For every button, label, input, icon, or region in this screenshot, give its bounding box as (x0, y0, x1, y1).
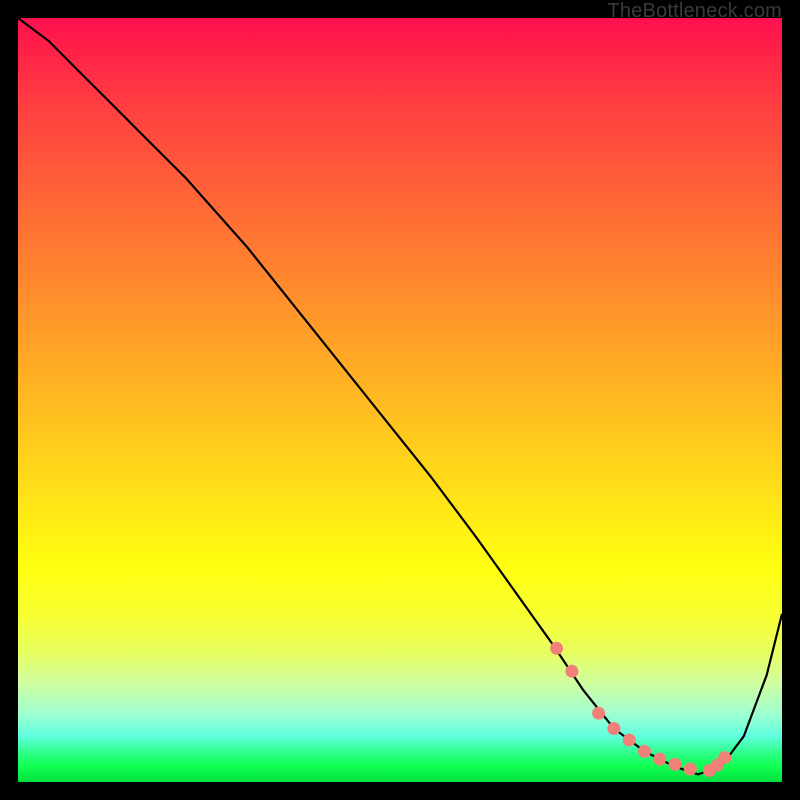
highlight-dot (623, 734, 636, 747)
highlight-dot (565, 665, 578, 678)
dots-group (550, 642, 731, 777)
highlight-dot (550, 642, 563, 655)
highlight-dot (638, 745, 651, 758)
curve-line (18, 18, 782, 774)
chart-svg (18, 18, 782, 782)
highlight-dot (592, 707, 605, 720)
highlight-dot (607, 722, 620, 735)
highlight-dot (684, 763, 697, 776)
highlight-dot (718, 751, 731, 764)
highlight-dot (653, 753, 666, 766)
watermark-text: TheBottleneck.com (607, 0, 782, 23)
highlight-dot (669, 758, 682, 771)
plot-area (18, 18, 782, 782)
chart-container: TheBottleneck.com (0, 0, 800, 800)
